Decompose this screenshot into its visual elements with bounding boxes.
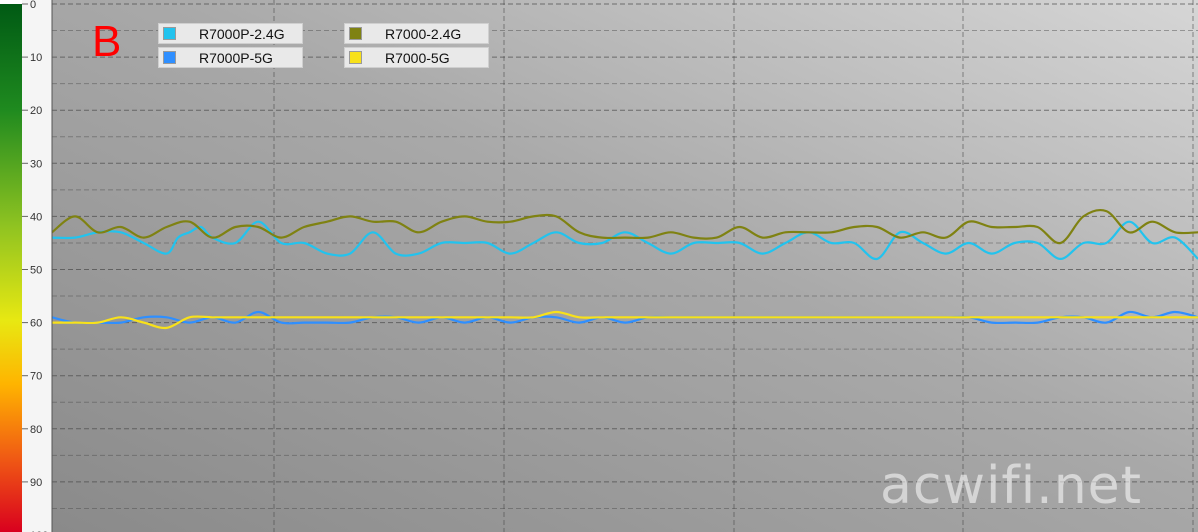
panel-label: B (92, 17, 122, 66)
legend-item-r7000-5g: R7000-5G (344, 47, 489, 68)
legend-swatch-r7000p-24g (163, 27, 176, 40)
y-tick-label: 10 (30, 52, 42, 64)
y-tick-label: 30 (30, 158, 42, 170)
chart-stage: 0102030405060708090100 B R7000P-2.4G R70… (0, 0, 1198, 532)
y-tick-label: 90 (30, 477, 42, 489)
legend-group-2: R7000-2.4G R7000-5G (344, 23, 489, 68)
y-tick-label: 60 (30, 318, 42, 330)
y-tick-label: 20 (30, 105, 42, 117)
legend-swatch-r7000p-5g (163, 51, 176, 64)
plot-area (52, 0, 1198, 532)
y-tick-label: 40 (30, 211, 42, 223)
y-tick-label: 50 (30, 265, 42, 277)
legend-group-1: R7000P-2.4G R7000P-5G (158, 23, 303, 68)
legend-swatch-r7000-5g (349, 51, 362, 64)
chart-svg: 0102030405060708090100 (0, 0, 1198, 532)
watermark: acwifi.net (880, 456, 1143, 516)
legend-item-r7000p-5g: R7000P-5G (158, 47, 303, 68)
y-tick-label: 70 (30, 371, 42, 383)
legend-label-r7000-5g: R7000-5G (385, 50, 450, 66)
y-tick-label: 0 (30, 0, 36, 11)
legend-label-r7000-24g: R7000-2.4G (385, 26, 462, 42)
legend-item-r7000p-24g: R7000P-2.4G (158, 23, 303, 44)
legend-swatch-r7000-24g (349, 27, 362, 40)
legend-label-r7000p-5g: R7000P-5G (199, 50, 273, 66)
legend-label-r7000p-24g: R7000P-2.4G (199, 26, 285, 42)
y-tick-label: 80 (30, 424, 42, 436)
legend-item-r7000-24g: R7000-2.4G (344, 23, 489, 44)
signal-scale-bar (0, 4, 22, 532)
